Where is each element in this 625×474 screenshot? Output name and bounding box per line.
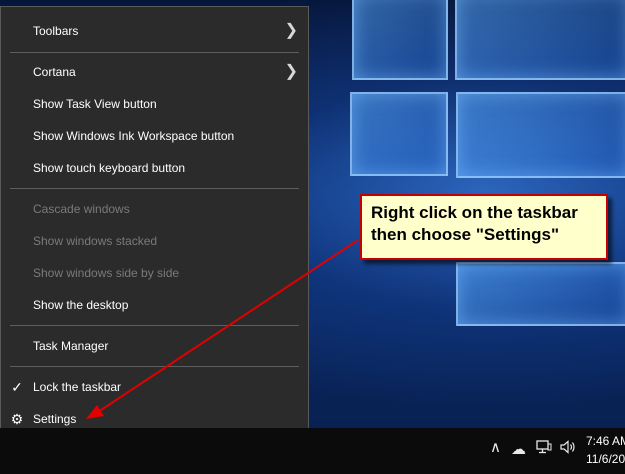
chevron-up-icon[interactable]: ∧ (490, 438, 501, 456)
menu-item-label: Toolbars (33, 24, 79, 38)
menu-item-label: Cascade windows (33, 202, 130, 216)
menu-separator (10, 188, 299, 189)
callout-line-1: Right click on the taskbar (371, 203, 578, 222)
menu-item-label: Show windows stacked (33, 234, 158, 248)
menu-item-label: Lock the taskbar (33, 380, 122, 394)
menu-item-label: Cortana (33, 65, 76, 79)
onedrive-cloud-icon[interactable]: ☁ (511, 440, 526, 458)
menu-item-label: Settings (33, 412, 77, 426)
wallpaper-window-pane (456, 262, 625, 326)
wallpaper-window-pane (455, 0, 625, 80)
taskbar-clock[interactable]: 7:46 AM 11/6/2016 (586, 432, 625, 468)
callout-line-2: then choose "Settings" (371, 225, 560, 244)
taskbar[interactable]: ∧ ☁ 7:46 AM 11/6/2016 (0, 428, 625, 474)
menu-item-cortana[interactable]: Cortana ❯ (1, 56, 308, 88)
menu-item-lock-the-taskbar[interactable]: ✓ Lock the taskbar (1, 371, 308, 403)
menu-item-show-touch-keyboard-button[interactable]: Show touch keyboard button (1, 152, 308, 184)
checkmark-icon: ✓ (11, 379, 23, 395)
taskbar-context-menu: Toolbars ❯ Cortana ❯ Show Task View butt… (0, 6, 309, 442)
menu-item-show-the-desktop[interactable]: Show the desktop (1, 289, 308, 321)
menu-item-label: Show Windows Ink Workspace button (33, 129, 235, 143)
menu-item-show-windows-ink-workspace-button[interactable]: Show Windows Ink Workspace button (1, 120, 308, 152)
menu-item-task-manager[interactable]: Task Manager (1, 330, 308, 362)
menu-item-label: Show the desktop (33, 298, 129, 312)
menu-item-label: Show touch keyboard button (33, 161, 186, 175)
clock-time: 7:46 AM (586, 434, 625, 448)
volume-icon[interactable] (560, 440, 576, 458)
chevron-right-icon: ❯ (284, 63, 298, 80)
menu-separator (10, 366, 299, 367)
chevron-right-icon: ❯ (284, 22, 298, 39)
menu-item-show-windows-side-by-side: Show windows side by side (1, 257, 308, 289)
menu-item-show-task-view-button[interactable]: Show Task View button (1, 88, 308, 120)
menu-item-label: Task Manager (33, 339, 109, 353)
annotation-callout: Right click on the taskbar then choose "… (360, 194, 608, 260)
menu-item-toolbars[interactable]: Toolbars ❯ (1, 15, 308, 47)
wallpaper-window-pane (350, 92, 448, 176)
menu-separator (10, 325, 299, 326)
clock-date: 11/6/2016 (586, 452, 625, 466)
menu-item-label: Show windows side by side (33, 266, 180, 280)
wallpaper-window-pane (456, 92, 625, 178)
menu-item-label: Show Task View button (33, 97, 157, 111)
menu-item-cascade-windows: Cascade windows (1, 193, 308, 225)
wallpaper-window-pane (352, 0, 448, 80)
menu-item-show-windows-stacked: Show windows stacked (1, 225, 308, 257)
menu-separator (10, 52, 299, 53)
network-icon[interactable] (536, 440, 552, 458)
